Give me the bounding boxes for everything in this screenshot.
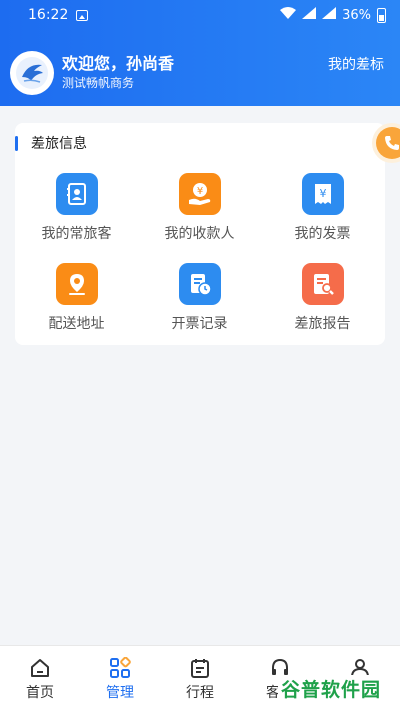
wifi-icon — [280, 7, 297, 23]
card-title: 差旅信息 — [15, 135, 87, 152]
grid-item-label: 我的常旅客 — [41, 226, 112, 242]
card-title-text: 差旅信息 — [31, 136, 87, 152]
grid-item-invoices[interactable]: ¥ 我的发票 — [261, 173, 384, 243]
title-accent-bar — [15, 135, 18, 151]
battery-percent: 36% — [342, 7, 371, 23]
grid-item-label: 我的收款人 — [164, 226, 235, 242]
nav-label: 管理 — [106, 685, 134, 701]
contacts-book-icon — [55, 173, 98, 215]
grid-item-payees[interactable]: ¥ 我的收款人 — [138, 173, 261, 243]
grid-item-label: 我的发票 — [294, 226, 351, 242]
header: 16:22 36% 欢迎您，孙尚香 测试畅帆商务 我的差标 — [0, 0, 400, 106]
company-name: 测试畅帆商务 — [62, 76, 135, 90]
watermark-text: 谷普软件园 — [278, 674, 385, 702]
grid-item-frequent-travelers[interactable]: 我的常旅客 — [15, 173, 138, 243]
invoice-yen-icon: ¥ — [301, 173, 344, 215]
nav-item-manage[interactable]: 管理 — [80, 656, 160, 702]
payee-hand-yen-icon: ¥ — [178, 173, 221, 215]
status-time: 16:22 — [28, 7, 69, 23]
company-logo-icon — [16, 57, 48, 89]
signal-2-icon — [322, 7, 337, 23]
status-bar: 16:22 36% — [0, 0, 400, 30]
grid-item-travel-report[interactable]: 差旅报告 — [261, 263, 384, 333]
grid-item-delivery-address[interactable]: 配送地址 — [15, 263, 138, 333]
battery-icon — [377, 7, 386, 23]
svg-text:¥: ¥ — [319, 187, 326, 200]
nav-label: 行程 — [186, 685, 214, 701]
grid-item-label: 差旅报告 — [294, 316, 351, 332]
status-right: 36% — [280, 7, 386, 23]
report-search-icon — [301, 263, 344, 305]
phone-icon — [376, 127, 400, 159]
svg-text:¥: ¥ — [196, 186, 202, 197]
calendar-icon — [160, 656, 240, 680]
home-icon — [0, 656, 80, 680]
grid-item-label: 配送地址 — [48, 316, 105, 332]
gallery-notification-icon — [76, 9, 89, 21]
signal-icon — [302, 7, 317, 23]
grid-icon — [80, 656, 160, 680]
nav-label: 首页 — [26, 685, 54, 701]
invoice-record-clock-icon — [178, 263, 221, 305]
nav-item-itinerary[interactable]: 行程 — [160, 656, 240, 702]
my-standard-link[interactable]: 我的差标 — [328, 54, 384, 74]
grid-item-label: 开票记录 — [171, 316, 228, 332]
travel-info-card: 差旅信息 我的常旅客 ¥ 我的收款人 ¥ 我的发票 配送地址 开票记录 差旅报告 — [15, 123, 385, 345]
welcome-text: 欢迎您，孙尚香 — [62, 54, 175, 73]
avatar[interactable] — [10, 51, 54, 95]
grid-item-invoice-records[interactable]: 开票记录 — [138, 263, 261, 333]
nav-item-home[interactable]: 首页 — [0, 656, 80, 702]
watermark: 谷普软件园 — [278, 673, 394, 703]
location-pin-icon — [55, 263, 98, 305]
